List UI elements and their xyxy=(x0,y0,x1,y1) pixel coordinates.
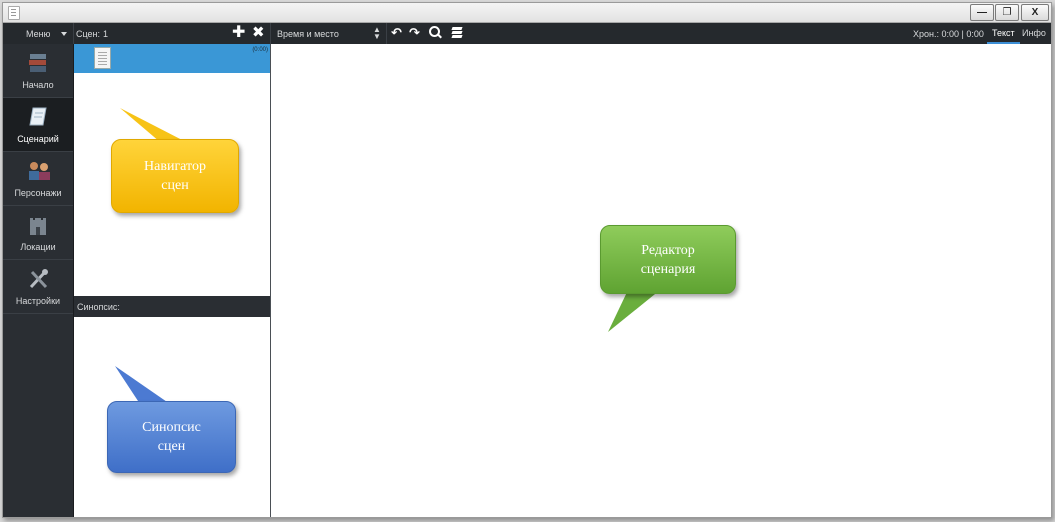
callout-line: сцен xyxy=(157,439,186,454)
editor-callout: Редактор сценария xyxy=(600,225,736,294)
callout-line: Навигатор xyxy=(144,159,206,174)
synopsis-callout: Синопсис сцен xyxy=(107,401,236,473)
callout-line: Синопсис xyxy=(142,420,201,435)
callout-line: Редактор xyxy=(641,242,695,258)
navigator-callout: Навигатор сцен xyxy=(111,139,239,213)
callout-line: сценария xyxy=(640,261,696,277)
callout-line: сцен xyxy=(161,178,189,193)
